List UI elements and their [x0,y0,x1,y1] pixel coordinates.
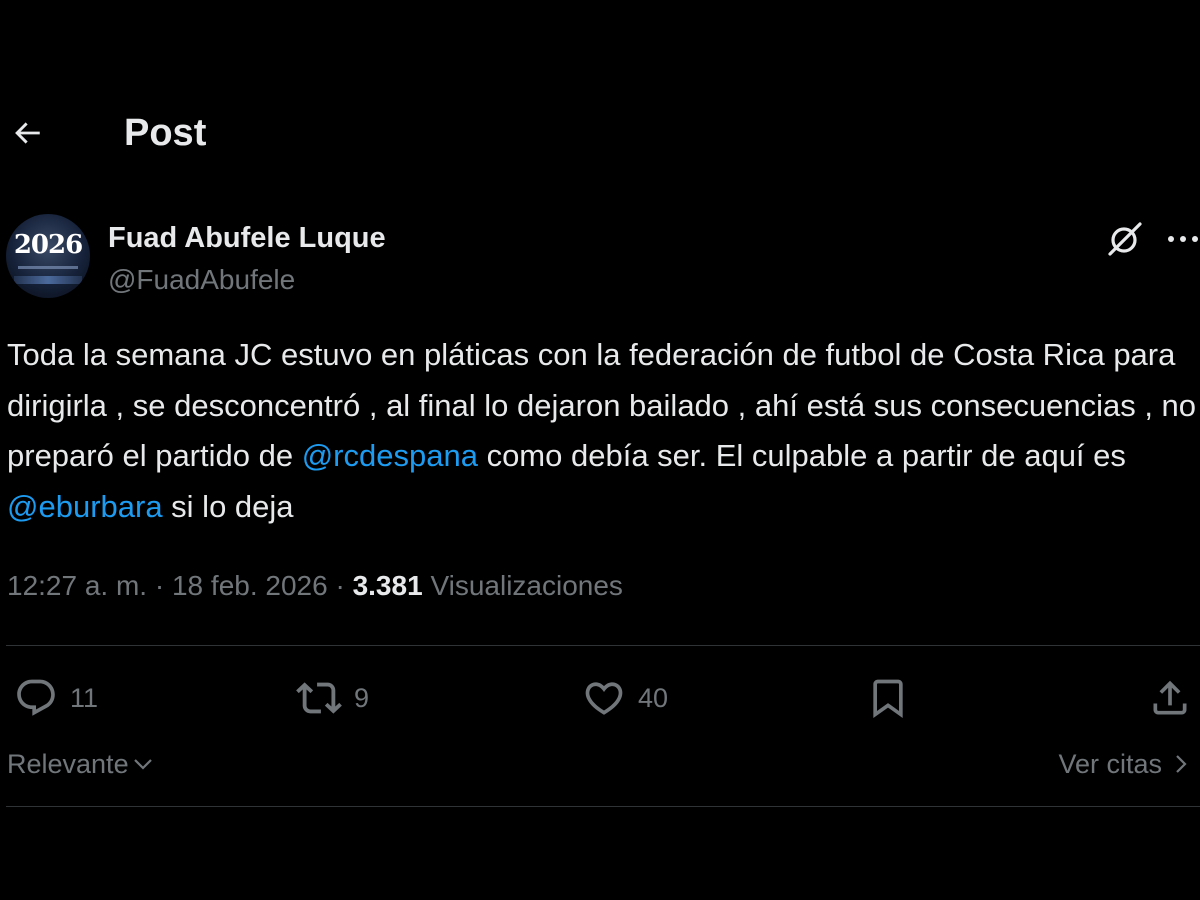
post-date[interactable]: 18 feb. 2026 [172,570,328,601]
chevron-right-icon [1176,755,1187,773]
post-text-part: como debía ser. El culpable a partir de … [477,438,1126,473]
post-author: 2026 Fuad Abufele Luque @FuadAbufele [0,210,1200,302]
meta-separator: · [147,570,172,601]
divider [6,806,1200,807]
author-display-name[interactable]: Fuad Abufele Luque [108,220,386,256]
post-text-part: si lo deja [162,488,294,524]
chevron-down-icon [133,759,152,770]
action-bar: 11 9 40 [0,668,1200,728]
views-label: Visualizaciones [430,570,623,601]
heart-icon [585,682,623,715]
mention-link[interactable]: @rcdespana [302,438,478,473]
like-count: 40 [638,682,669,713]
reply-bubble-icon [17,679,55,716]
avatar-text: 2026 [13,230,83,260]
post-header: Post [0,100,1200,166]
repost-button[interactable]: 9 [296,668,369,728]
meta-separator: · [327,570,353,601]
post-time[interactable]: 12:27 a. m. [7,570,147,601]
bookmark-icon [873,679,903,719]
mention-link[interactable]: @eburbara [7,489,163,524]
views-count: 3.381 [352,570,423,601]
avatar-decoration [14,276,82,284]
share-icon [1153,680,1187,715]
like-button[interactable]: 40 [582,668,668,728]
arrow-left-icon [15,122,40,144]
post-meta: 12:27 a. m. · 18 feb. 2026 · 3.381 Visua… [7,566,623,606]
sort-label: Relevante [7,748,129,779]
back-button[interactable] [6,112,48,154]
replies-toolbar: Relevante Ver citas [0,740,1200,788]
quotes-label: Ver citas [1058,748,1162,779]
author-handle[interactable]: @FuadAbufele [108,262,295,298]
more-horizontal-icon[interactable] [1162,218,1200,260]
grok-icon[interactable] [1104,218,1146,260]
share-button[interactable] [1148,668,1192,728]
post-text: Toda la semana JC estuvo en pláticas con… [7,330,1197,532]
bookmark-button[interactable] [866,668,910,728]
reply-button[interactable]: 11 [14,668,98,728]
view-quotes-link[interactable]: Ver citas [1058,740,1192,788]
repost-icon [296,682,342,714]
sort-replies-button[interactable]: Relevante [7,740,155,788]
avatar[interactable]: 2026 [6,214,90,298]
reply-count: 11 [70,682,99,713]
repost-count: 9 [354,682,370,713]
page-title: Post [124,112,207,154]
divider [6,645,1200,646]
avatar-decoration [18,266,78,269]
